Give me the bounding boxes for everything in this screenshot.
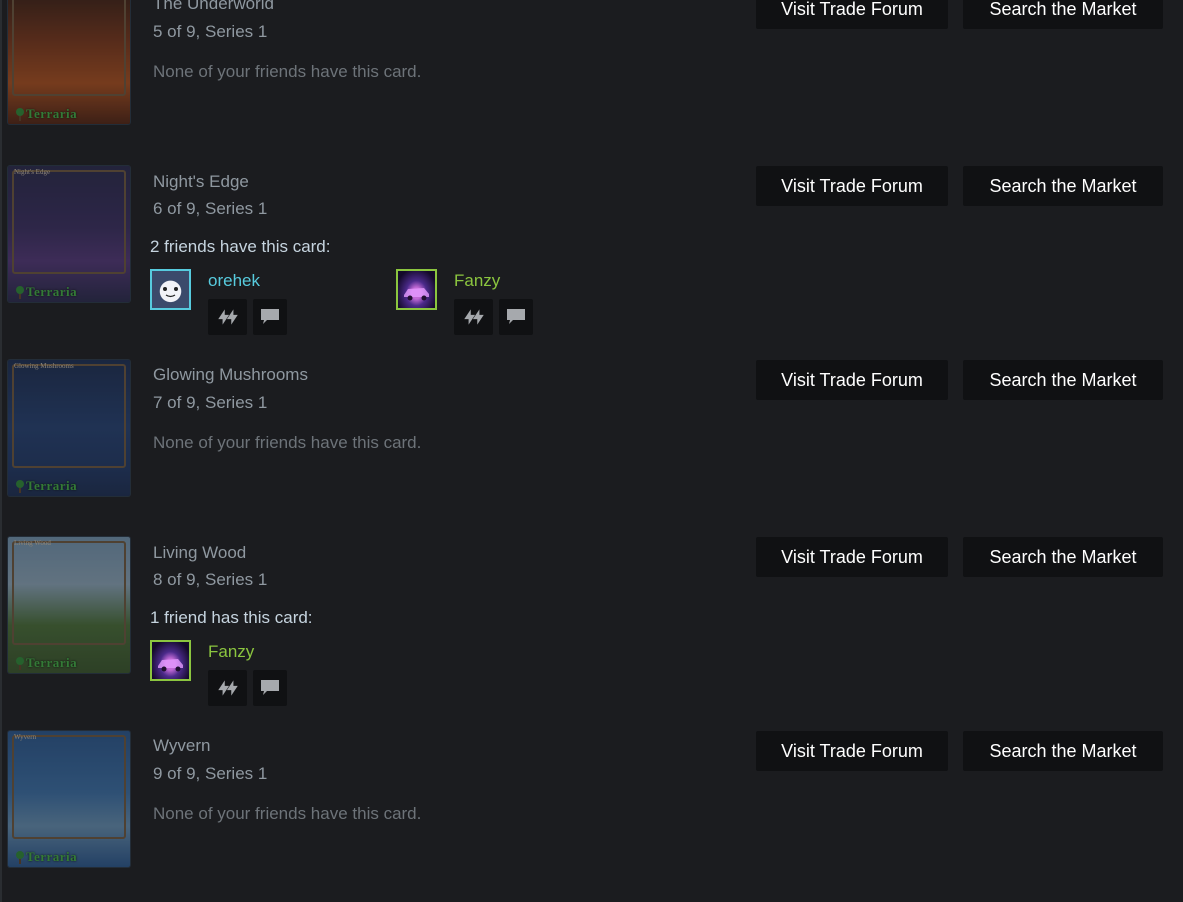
visit-trade-forum-button[interactable]: Visit Trade Forum bbox=[756, 360, 948, 400]
card-title: Night's Edge bbox=[153, 172, 249, 191]
trade-arrows-icon bbox=[217, 309, 238, 325]
chat-button[interactable] bbox=[253, 670, 287, 706]
card-logo: Terraria bbox=[26, 284, 78, 299]
tree-icon bbox=[16, 480, 24, 493]
visit-trade-forum-button[interactable]: Visit Trade Forum bbox=[756, 166, 948, 206]
card-image-underworld[interactable]: Terraria bbox=[8, 0, 130, 124]
card-friends-status: 1 friend has this card: bbox=[150, 608, 313, 627]
card-art-label: Night's Edge bbox=[14, 168, 51, 176]
avatar-face-icon bbox=[163, 287, 178, 298]
card-art-label: Living Wood bbox=[14, 539, 51, 547]
card-friends-status: None of your friends have this card. bbox=[153, 433, 422, 452]
chat-button[interactable] bbox=[499, 299, 533, 335]
visit-trade-forum-button[interactable]: Visit Trade Forum bbox=[756, 731, 948, 771]
search-market-button[interactable]: Search the Market bbox=[963, 731, 1163, 771]
card-logo: Terraria bbox=[26, 106, 78, 121]
card-friends-status: None of your friends have this card. bbox=[153, 62, 422, 81]
friend-avatar[interactable] bbox=[396, 269, 437, 310]
visit-trade-forum-button[interactable]: Visit Trade Forum bbox=[756, 537, 948, 577]
friend-name[interactable]: Fanzy bbox=[454, 271, 500, 291]
card-logo: Terraria bbox=[26, 849, 78, 864]
chat-button[interactable] bbox=[253, 299, 287, 335]
card-art-frame bbox=[12, 364, 126, 468]
card-progress: 9 of 9, Series 1 bbox=[153, 764, 268, 783]
search-market-button[interactable]: Search the Market bbox=[963, 360, 1163, 400]
card-progress: 8 of 9, Series 1 bbox=[153, 570, 268, 589]
search-market-button[interactable]: Search the Market bbox=[963, 166, 1163, 206]
card-logo: Terraria bbox=[26, 478, 78, 493]
trade-button[interactable] bbox=[454, 299, 493, 335]
card-logo: Terraria bbox=[26, 655, 78, 670]
trade-button[interactable] bbox=[208, 670, 247, 706]
card-image-nights-edge[interactable]: Night's Edge Terraria bbox=[8, 166, 130, 302]
friend-name[interactable]: orehek bbox=[208, 271, 260, 291]
card-image-wyvern[interactable]: Wyvern Terraria bbox=[8, 731, 130, 867]
avatar-car-icon bbox=[404, 288, 429, 301]
card-title: Living Wood bbox=[153, 543, 247, 562]
tree-icon bbox=[16, 657, 24, 670]
card-art-frame bbox=[12, 0, 126, 96]
card-art-frame bbox=[12, 735, 126, 839]
card-art-label: Glowing Mushrooms bbox=[14, 362, 74, 370]
chat-bubble-icon bbox=[261, 309, 279, 324]
card-art-frame bbox=[12, 170, 126, 274]
search-market-button[interactable]: Search the Market bbox=[963, 537, 1163, 577]
card-image-living-wood[interactable]: Living Wood Terraria bbox=[8, 537, 130, 673]
tree-icon bbox=[16, 286, 24, 299]
trade-arrows-icon bbox=[217, 680, 238, 696]
card-art-frame bbox=[12, 541, 126, 645]
trade-arrows-icon bbox=[463, 309, 484, 325]
card-progress: 7 of 9, Series 1 bbox=[153, 393, 268, 412]
tree-icon bbox=[16, 108, 24, 121]
chat-bubble-icon bbox=[261, 680, 279, 695]
friend-avatar[interactable] bbox=[150, 640, 191, 681]
visit-trade-forum-button[interactable]: Visit Trade Forum bbox=[756, 0, 948, 29]
search-market-button[interactable]: Search the Market bbox=[963, 0, 1163, 29]
card-friends-status: None of your friends have this card. bbox=[153, 804, 422, 823]
tree-icon bbox=[16, 851, 24, 864]
card-friends-status: 2 friends have this card: bbox=[150, 237, 331, 256]
card-title: Wyvern bbox=[153, 736, 211, 755]
left-border bbox=[0, 0, 2, 902]
friend-name[interactable]: Fanzy bbox=[208, 642, 254, 662]
card-progress: 5 of 9, Series 1 bbox=[153, 22, 268, 41]
trade-button[interactable] bbox=[208, 299, 247, 335]
card-image-glowing-mushrooms[interactable]: Glowing Mushrooms Terraria bbox=[8, 360, 130, 496]
avatar-car-icon bbox=[158, 659, 183, 672]
chat-bubble-icon bbox=[507, 309, 525, 324]
card-title: Glowing Mushrooms bbox=[153, 365, 308, 384]
card-art-label: Wyvern bbox=[14, 733, 37, 741]
card-progress: 6 of 9, Series 1 bbox=[153, 199, 268, 218]
friend-avatar[interactable] bbox=[150, 269, 191, 310]
card-title: The Underworld bbox=[153, 0, 274, 13]
